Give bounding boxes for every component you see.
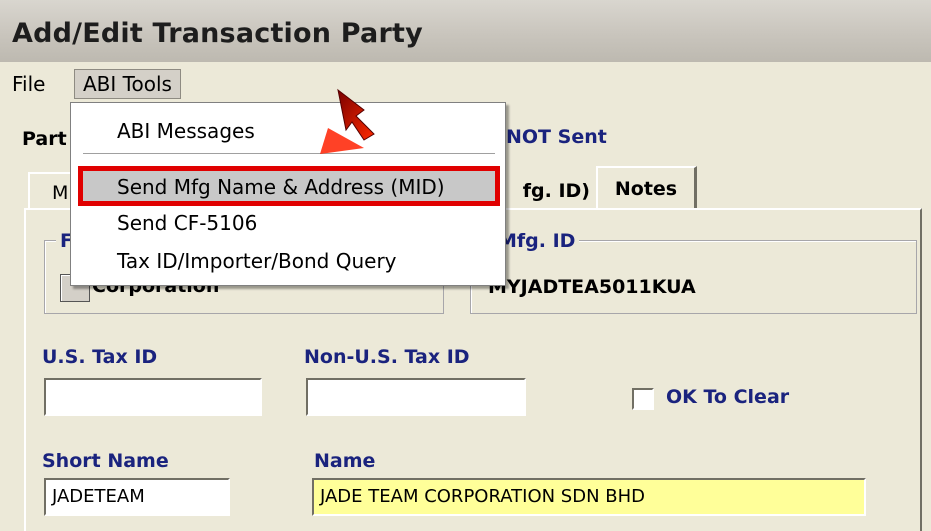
abi-tools-menu: ABI Messages Send Mfg Name & Address (MI… [70,102,506,286]
non-us-tax-id-input[interactable] [306,378,526,416]
window-title: Add/Edit Transaction Party [12,18,423,49]
title-bar: Add/Edit Transaction Party [0,0,931,62]
red-arrow-cursor-icon [320,88,375,154]
menu-item-abi-messages[interactable]: ABI Messages [117,119,255,143]
send-status: NOT Sent [506,126,607,148]
non-us-tax-id-label: Non-U.S. Tax ID [304,346,470,368]
ok-to-clear-checkbox[interactable] [632,388,654,410]
mfg-id-caption: Mfg. ID [494,230,580,252]
name-label: Name [314,450,376,472]
ok-to-clear-label[interactable]: OK To Clear [666,386,789,408]
menu-abi-tools[interactable]: ABI Tools [74,69,181,99]
us-tax-id-input[interactable] [44,378,262,416]
menu-item-send-mid[interactable]: Send Mfg Name & Address (MID) [117,175,445,199]
menu-item-send-cf5106[interactable]: Send CF-5106 [117,211,257,235]
menu-file[interactable]: File [4,70,53,98]
menu-bar: File ABI Tools [0,64,931,104]
us-tax-id-label: U.S. Tax ID [42,346,158,368]
party-label: Part [22,128,67,150]
transaction-party-window: Add/Edit Transaction Party File ABI Tool… [0,0,931,531]
short-name-input[interactable]: JADETEAM [44,478,230,516]
menu-separator [83,153,495,155]
mfg-id-value: MYJADTEA5011KUA [488,276,696,298]
menu-item-tax-id-query[interactable]: Tax ID/Importer/Bond Query [117,249,397,273]
name-input[interactable]: JADE TEAM CORPORATION SDN BHD [312,478,866,516]
short-name-label: Short Name [42,450,169,472]
tab-notes[interactable]: Notes [596,166,697,210]
